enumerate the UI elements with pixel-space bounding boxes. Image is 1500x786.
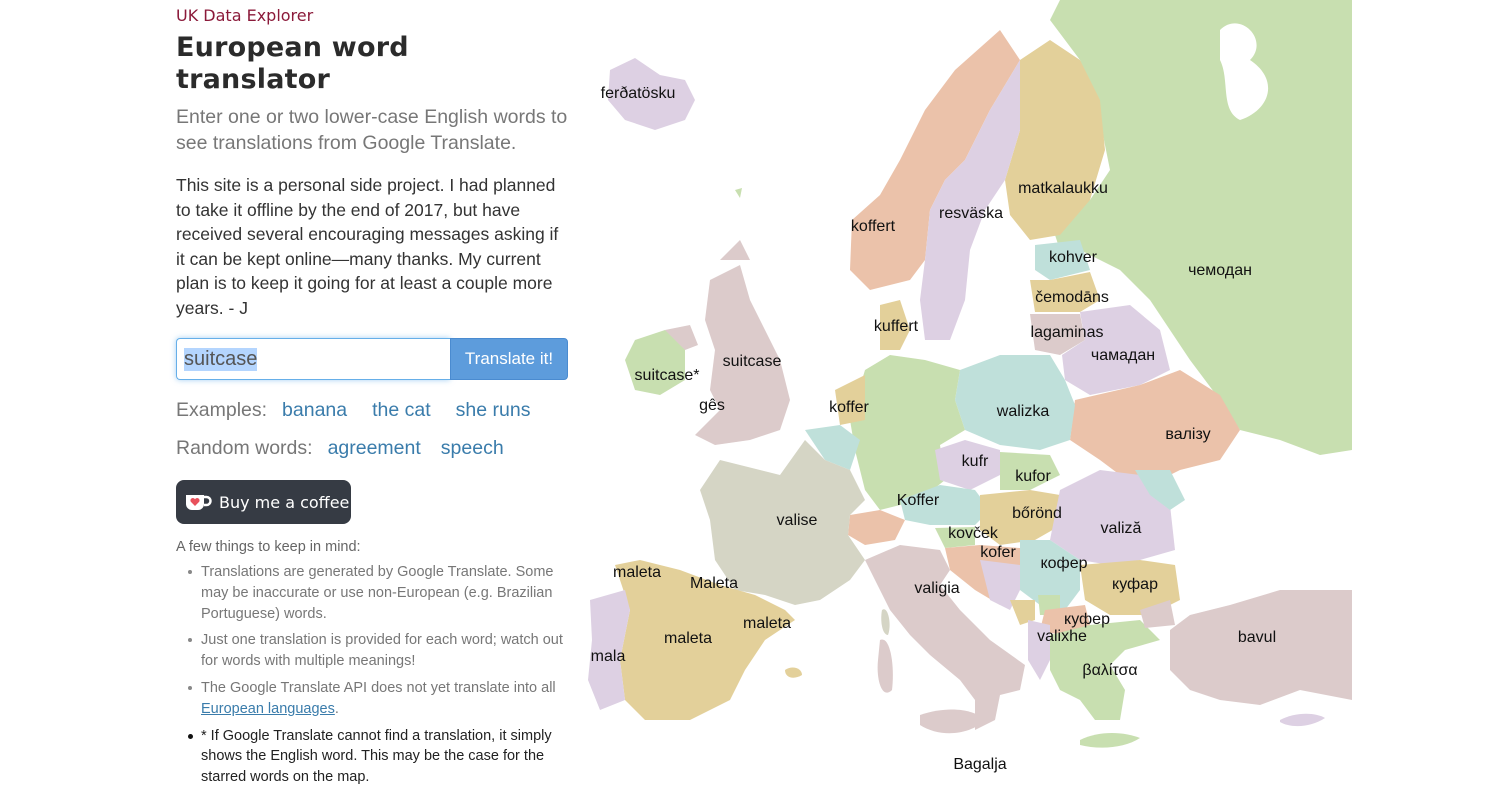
map-label-uk[interactable]: suitcase <box>723 353 782 371</box>
european-languages-link[interactable]: European languages <box>201 701 335 717</box>
europe-map: ferðatösku koffert resväska matkalaukku … <box>580 0 1352 786</box>
map-label-croatia[interactable]: kofer <box>980 544 1016 562</box>
map-label-ukraine[interactable]: валізу <box>1165 426 1210 444</box>
example-link[interactable]: banana <box>282 398 347 422</box>
note-item: Translations are generated by Google Tra… <box>176 562 571 624</box>
country-turkey[interactable] <box>1170 590 1352 705</box>
map-label-italy[interactable]: valigia <box>914 580 959 598</box>
map-label-sweden[interactable]: resväska <box>939 205 1003 223</box>
map-label-estonia[interactable]: kohver <box>1049 249 1097 267</box>
notes-heading: A few things to keep in mind: <box>176 539 361 555</box>
map-label-serbia[interactable]: кофер <box>1040 555 1087 573</box>
map-label-basque[interactable]: Maleta <box>690 575 738 593</box>
coffee-cup-heart-icon <box>186 495 212 510</box>
page-title: European word translator <box>176 32 409 95</box>
coffee-label: Buy me a coffee <box>219 492 350 512</box>
notes-list: Translations are generated by Google Tra… <box>176 562 571 786</box>
random-word-link[interactable]: speech <box>441 436 504 460</box>
random-words-row: Random words: agreement speech <box>176 436 571 460</box>
map-label-hungary[interactable]: bőrönd <box>1012 505 1062 523</box>
page-lead: Enter one or two lower-case English word… <box>176 106 568 154</box>
map-label-norway[interactable]: koffert <box>851 218 895 236</box>
map-label-poland[interactable]: walizka <box>997 403 1049 421</box>
map-label-russia[interactable]: чемодан <box>1188 262 1252 280</box>
map-label-netherlands[interactable]: koffer <box>829 399 869 417</box>
map-label-slovenia[interactable]: kovček <box>948 525 998 543</box>
map-label-denmark[interactable]: kuffert <box>874 318 918 336</box>
map-label-france[interactable]: valise <box>777 512 818 530</box>
map-label-albania[interactable]: valixhe <box>1037 628 1087 646</box>
map-label-latvia[interactable]: čemodāns <box>1035 289 1109 307</box>
map-label-north-macedonia[interactable]: куфер <box>1064 611 1110 629</box>
map-label-lithuania[interactable]: lagaminas <box>1031 324 1104 342</box>
example-link[interactable]: the cat <box>372 398 431 422</box>
map-label-germany[interactable]: Koffer <box>897 492 939 510</box>
map-label-slovakia[interactable]: kufor <box>1015 468 1051 486</box>
note-suffix: . <box>334 700 339 717</box>
map-label-finland[interactable]: matkalaukku <box>1018 180 1108 198</box>
left-panel: UK Data Explorer European word translato… <box>176 0 571 786</box>
random-word-link[interactable]: agreement <box>328 436 421 460</box>
examples-row: Examples: banana the cat she runs <box>176 398 571 422</box>
map-label-turkey[interactable]: bavul <box>1238 629 1276 647</box>
map-label-malta[interactable]: Bagalja <box>953 756 1006 774</box>
map-label-czechia[interactable]: kufr <box>962 453 989 471</box>
map-label-greece[interactable]: βαλίτσα <box>1082 662 1137 680</box>
country-switzerland[interactable] <box>848 510 905 545</box>
map-label-bulgaria[interactable]: куфар <box>1112 576 1158 594</box>
map-label-iceland[interactable]: ferðatösku <box>601 85 676 103</box>
map-label-catalonia[interactable]: maleta <box>743 615 791 633</box>
map-label-romania[interactable]: valiză <box>1101 520 1142 538</box>
note-item: The Google Translate API does not yet tr… <box>176 678 571 720</box>
translate-button[interactable]: Translate it! <box>450 338 568 380</box>
map-label-spain[interactable]: maleta <box>664 630 712 648</box>
map-label-belarus[interactable]: чамадан <box>1091 347 1155 365</box>
map-label-wales[interactable]: gês <box>699 397 725 415</box>
note-text: The Google Translate API does not yet tr… <box>201 679 556 696</box>
map-label-galicia[interactable]: maleta <box>613 564 661 582</box>
search-form: Translate it! <box>176 338 571 380</box>
word-input[interactable] <box>176 338 450 380</box>
note-item: * If Google Translate cannot find a tran… <box>176 726 571 786</box>
example-link[interactable]: she runs <box>456 398 531 422</box>
map-shapes <box>588 0 1352 748</box>
site-brand[interactable]: UK Data Explorer <box>176 6 571 26</box>
buy-me-a-coffee-button[interactable]: Buy me a coffee <box>176 480 351 524</box>
about-text: This site is a personal side project. I … <box>176 175 559 318</box>
map-label-ireland[interactable]: suitcase* <box>635 367 700 385</box>
note-item: Just one translation is provided for eac… <box>176 630 571 672</box>
map-label-portugal[interactable]: mala <box>591 648 626 666</box>
examples-label: Examples: <box>176 399 268 421</box>
random-words-label: Random words: <box>176 437 313 459</box>
